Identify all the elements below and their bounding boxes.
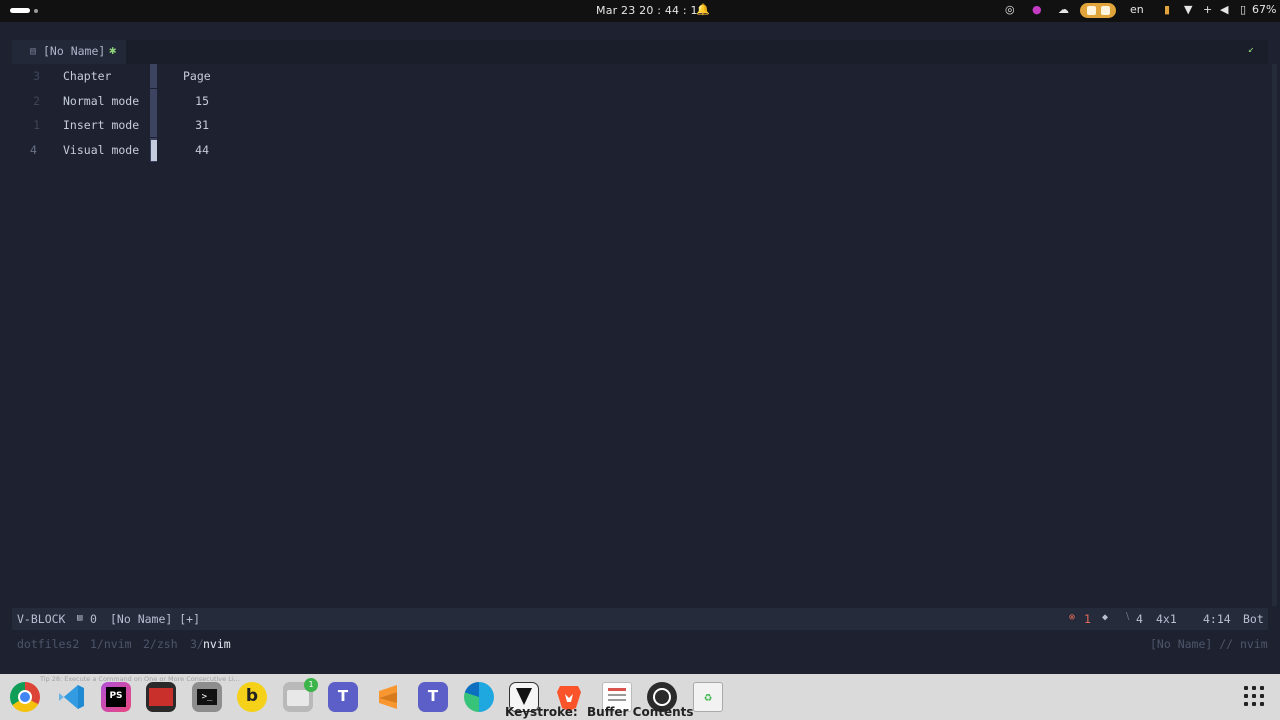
scrollbar[interactable] bbox=[1272, 64, 1277, 606]
activities-indicator[interactable] bbox=[10, 8, 30, 13]
selection-size: 4x1 bbox=[1156, 612, 1177, 626]
sublime-icon[interactable] bbox=[373, 682, 403, 712]
buffer-count: 0 bbox=[90, 612, 97, 626]
modified-marker: ✱ bbox=[109, 43, 117, 57]
bluetooth-icon[interactable]: + bbox=[1203, 3, 1212, 16]
selection-icon: ∖ bbox=[1124, 612, 1131, 623]
mode-indicator: V-BLOCK bbox=[17, 612, 66, 626]
terminal-window[interactable]: ▤ [No Name] ✱ ↙ 3 Chapter Page 2 Normal … bbox=[0, 22, 1280, 674]
expand-icon[interactable]: ↙ bbox=[1248, 44, 1254, 55]
updates-icon[interactable]: ◎ bbox=[1005, 3, 1015, 16]
app-indicator-icon[interactable]: ● bbox=[1032, 3, 1042, 16]
file-icon: ▤ bbox=[30, 46, 37, 57]
column-separator bbox=[150, 113, 157, 137]
buffer-line-current[interactable]: 4 Visual mode 44 bbox=[0, 138, 300, 162]
buffer-tab-name: [No Name] bbox=[43, 44, 106, 58]
cell-chapter: Normal mode bbox=[63, 94, 140, 108]
vscode-icon[interactable] bbox=[56, 682, 86, 712]
edge-icon[interactable] bbox=[464, 682, 494, 712]
terminal-red-icon[interactable] bbox=[146, 682, 176, 712]
cell-page: 44 bbox=[195, 143, 209, 157]
tmux-window-3-active[interactable]: nvim bbox=[203, 637, 231, 651]
trash-icon[interactable]: ♻ bbox=[693, 682, 723, 712]
cell-chapter: Chapter bbox=[63, 69, 112, 83]
tmux-window-1[interactable]: 1/nvim bbox=[90, 637, 132, 651]
language-indicator[interactable]: en bbox=[1130, 3, 1144, 16]
selection-lines: 4 bbox=[1136, 612, 1143, 626]
app-grid-icon[interactable] bbox=[1244, 686, 1266, 708]
screen-share-indicator[interactable] bbox=[1080, 3, 1116, 18]
battery-icon[interactable]: ▯ bbox=[1240, 3, 1246, 16]
teams-2-icon[interactable]: T bbox=[418, 682, 448, 712]
cloud-icon[interactable]: ☁ bbox=[1058, 3, 1069, 16]
workspace-dot[interactable] bbox=[34, 9, 38, 13]
branch-icon: ◆ bbox=[1102, 612, 1109, 623]
battery-percent[interactable]: 67% bbox=[1252, 3, 1276, 16]
bitwarden-b-icon[interactable]: b bbox=[237, 682, 267, 712]
buffer-line[interactable]: 2 Normal mode 15 bbox=[0, 89, 300, 113]
tabline bbox=[12, 40, 1268, 64]
column-separator bbox=[150, 89, 157, 113]
tmux-window-2[interactable]: 2/zsh bbox=[143, 637, 178, 651]
cell-page: 15 bbox=[195, 94, 209, 108]
record-icon bbox=[1101, 6, 1110, 15]
wifi-icon[interactable]: ▼ bbox=[1184, 3, 1192, 16]
teams-icon[interactable]: T bbox=[328, 682, 358, 712]
tmux-statusbar: dotfiles2 1/nvim 2/zsh 3/ nvim [No Name]… bbox=[12, 634, 1268, 656]
chrome-icon[interactable] bbox=[10, 682, 40, 712]
keystroke-label: Keystroke: bbox=[505, 705, 578, 719]
tmux-window-3-prefix[interactable]: 3/ bbox=[190, 637, 204, 651]
cell-chapter: Visual mode bbox=[63, 143, 140, 157]
clock[interactable]: Mar 23 20 : 44 : 18 bbox=[596, 4, 705, 17]
top-bar: Mar 23 20 : 44 : 18 🔔 ◎ ● ☁ en ▮ ▼ + ◀ ▯… bbox=[0, 0, 1280, 22]
buffer-tab[interactable]: ▤ [No Name] ✱ bbox=[12, 40, 126, 64]
dock: Tip 28: Execute a Command on One or More… bbox=[0, 674, 1280, 720]
buffer-icon: ▤ bbox=[77, 613, 83, 623]
column-separator bbox=[150, 64, 157, 88]
line-number: 3 bbox=[33, 69, 40, 83]
cell-chapter: Insert mode bbox=[63, 118, 140, 132]
error-icon: ⊗ bbox=[1069, 612, 1076, 623]
microphone-icon[interactable]: ▮ bbox=[1164, 3, 1170, 16]
error-count: 1 bbox=[1084, 612, 1091, 626]
current-line-number: 4 bbox=[30, 143, 37, 157]
visual-block-cursor bbox=[151, 140, 157, 161]
phpstorm-icon[interactable]: PS bbox=[101, 682, 131, 712]
line-number: 2 bbox=[33, 94, 40, 108]
keystroke-value: Buffer Contents bbox=[587, 705, 694, 719]
statusline: V-BLOCK ▤ 0 [No Name] [+] ⊗ 1 ◆ ∖ 4 4x1 … bbox=[12, 608, 1268, 630]
status-filename: [No Name] [+] bbox=[110, 612, 201, 626]
cell-page: Page bbox=[183, 69, 211, 83]
bell-icon[interactable]: 🔔 bbox=[696, 3, 710, 16]
buffer-line[interactable]: 3 Chapter Page bbox=[0, 64, 300, 88]
screen-cast-icon bbox=[1087, 6, 1096, 15]
buffer-line[interactable]: 1 Insert mode 31 bbox=[0, 113, 300, 137]
cell-page: 31 bbox=[195, 118, 209, 132]
volume-icon[interactable]: ◀ bbox=[1220, 3, 1228, 16]
cursor-position: 4:14 bbox=[1203, 612, 1231, 626]
tmux-session[interactable]: dotfiles2 bbox=[17, 637, 79, 651]
terminal-icon[interactable]: >_ bbox=[192, 682, 222, 712]
scroll-position: Bot bbox=[1243, 612, 1264, 626]
line-number: 1 bbox=[33, 118, 40, 132]
files-badge: 1 bbox=[304, 678, 318, 692]
tmux-right-status: [No Name] // nvim bbox=[1150, 637, 1268, 651]
